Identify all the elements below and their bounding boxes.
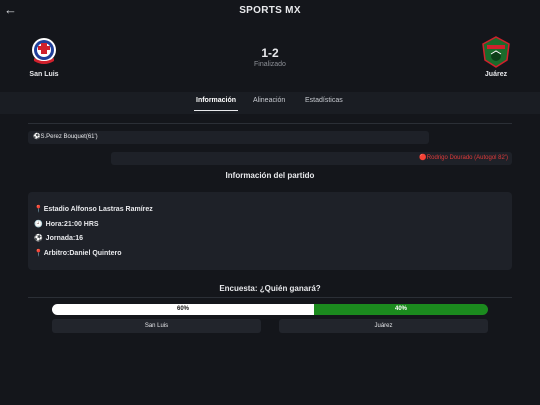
stadium-text: Estadio Alfonso Lastras Ramírez — [43, 206, 153, 213]
soccer-ball-icon: ⚽ — [34, 235, 43, 242]
match-score: 1-2 — [261, 46, 279, 60]
vote-san-luis-button[interactable]: San Luis — [52, 319, 261, 333]
active-tab-indicator — [194, 110, 238, 111]
home-goal-text: S.Perez Bouquet(61') — [40, 134, 98, 140]
divider — [28, 123, 512, 124]
referee-row: 📍Arbitro:Daniel Quintero — [34, 249, 122, 257]
poll-away-segment: 40% — [314, 304, 488, 315]
match-info-card: 📍Estadio Alfonso Lastras Ramírez 🕘 Hora:… — [28, 192, 512, 270]
away-goal-event: 🔴Rodrigo Dourado (Autogol 82') — [111, 152, 512, 165]
stadium-row: 📍Estadio Alfonso Lastras Ramírez — [34, 205, 153, 213]
poll-home-segment: 60% — [52, 304, 314, 315]
home-goal-event: ⚽S.Perez Bouquet(61') — [28, 131, 429, 144]
round-text: Jornada:16 — [45, 235, 84, 242]
top-bar: ← SPORTS MX — [0, 0, 540, 22]
poll-title: Encuesta: ¿Quién ganará? — [219, 284, 321, 293]
round-row: ⚽ Jornada:16 — [34, 234, 83, 242]
home-team-name: San Luis — [29, 71, 59, 78]
location-pin-icon: 📍 — [34, 206, 43, 213]
tab-bar: Información Alineación Estadísticas — [0, 92, 540, 114]
away-team: Juárez — [466, 36, 526, 78]
clock-icon: 🕘 — [34, 221, 43, 228]
juarez-crest-icon — [482, 36, 510, 68]
time-text: Hora:21:00 HRS — [45, 221, 99, 228]
match-status: Finalizado — [254, 61, 286, 68]
match-header: San Luis 1-2 Finalizado Juárez — [0, 22, 540, 92]
vote-juarez-button[interactable]: Juárez — [279, 319, 488, 333]
time-row: 🕘 Hora:21:00 HRS — [34, 220, 99, 228]
tab-informacion[interactable]: Información — [196, 97, 236, 104]
tab-estadisticas[interactable]: Estadísticas — [305, 97, 343, 104]
match-info-title: Información del partido — [225, 171, 315, 180]
app-title: SPORTS MX — [239, 5, 301, 16]
referee-pin-icon: 📍 — [34, 250, 43, 257]
poll-result-bar: 60% 40% — [52, 304, 488, 315]
tab-alineacion[interactable]: Alineación — [253, 97, 285, 104]
away-team-name: Juárez — [484, 71, 508, 78]
referee-text: Arbitro:Daniel Quintero — [43, 250, 122, 257]
away-goal-text: Rodrigo Dourado (Autogol 82') — [426, 155, 508, 161]
red-circle-icon: 🔴 — [419, 155, 427, 161]
divider — [28, 297, 512, 298]
